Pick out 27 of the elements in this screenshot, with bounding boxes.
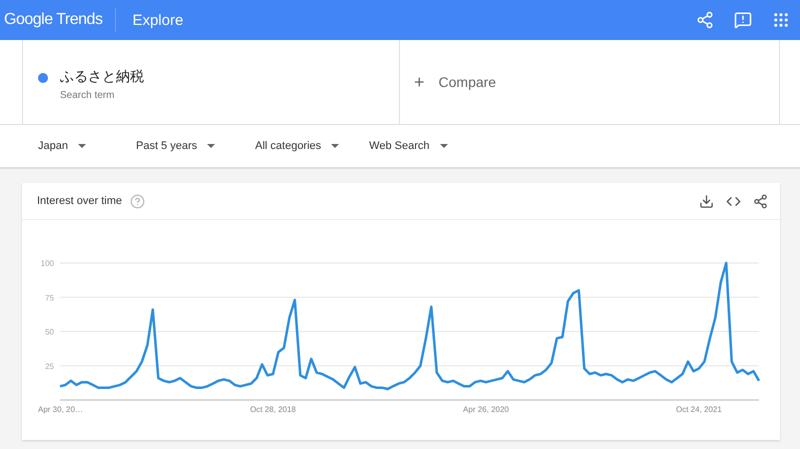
x-tick-label: Oct 28, 2018 xyxy=(250,405,296,414)
help-icon[interactable] xyxy=(130,193,146,209)
term-dot xyxy=(38,73,48,83)
filter-dropdown[interactable]: Web Search xyxy=(369,140,448,152)
search-term[interactable]: ふるさと納税 xyxy=(60,68,144,86)
filter-dropdown[interactable]: Japan xyxy=(38,140,86,152)
x-tick-label: Apr 26, 2020 xyxy=(463,405,509,414)
card-title: Interest over time xyxy=(37,195,122,207)
download-icon[interactable] xyxy=(698,193,714,209)
page-title: Explore xyxy=(132,12,184,28)
filter-dropdown[interactable]: All categories xyxy=(255,140,340,152)
caret-icon xyxy=(207,144,216,148)
search-term-caption: Search term xyxy=(60,90,116,101)
filter-dropdown[interactable]: Past 5 years xyxy=(136,140,216,152)
y-tick-label: 25 xyxy=(45,362,54,371)
y-tick-label: 75 xyxy=(45,293,54,302)
caret-icon xyxy=(331,144,340,148)
share-icon[interactable] xyxy=(752,193,768,209)
y-tick-label: 50 xyxy=(45,328,54,336)
y-tick-label: 100 xyxy=(40,259,54,268)
x-tick-label: Apr 30, 20… xyxy=(38,405,83,414)
logo[interactable]: Google Trends xyxy=(4,8,116,32)
caret-icon xyxy=(440,144,448,148)
caret-icon xyxy=(78,144,86,148)
compare-link[interactable]: Compare xyxy=(438,74,496,90)
x-tick-label: Oct 24, 2021 xyxy=(676,405,722,414)
plus-icon[interactable]: + xyxy=(414,72,425,92)
